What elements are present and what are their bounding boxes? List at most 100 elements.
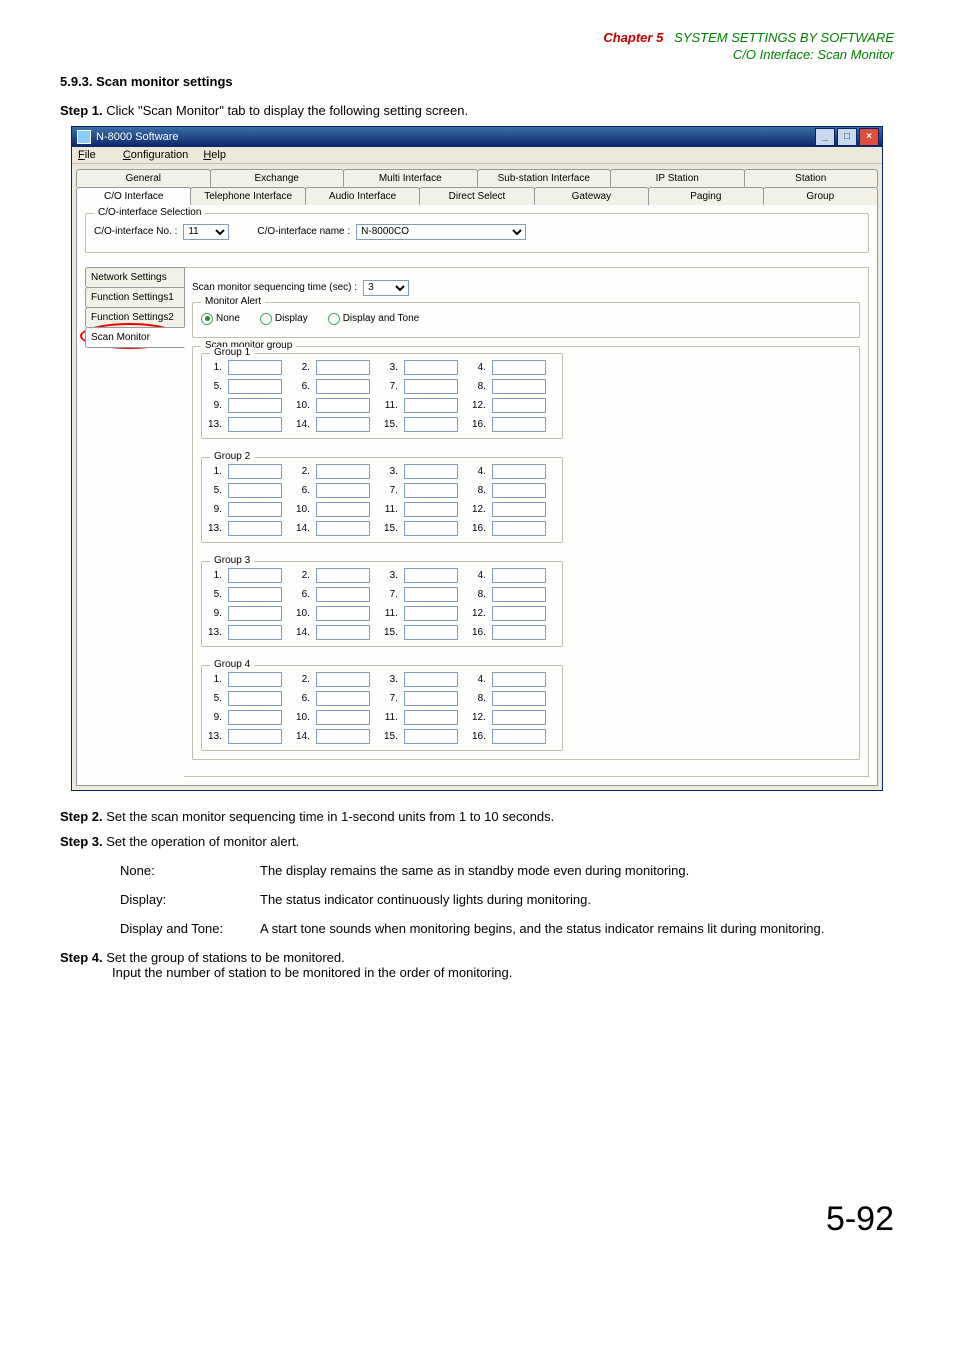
station-input[interactable] [492,417,546,432]
station-input[interactable] [492,398,546,413]
station-input[interactable] [228,417,282,432]
tab-paging[interactable]: Paging [648,187,763,205]
station-input[interactable] [492,379,546,394]
tab-audio-interface[interactable]: Audio Interface [305,187,420,205]
station-input[interactable] [404,625,458,640]
tab-exchange[interactable]: Exchange [210,169,345,187]
station-input[interactable] [316,691,370,706]
station-input[interactable] [316,483,370,498]
station-input[interactable] [492,568,546,583]
radio-display[interactable]: Display [260,313,308,325]
tab-direct-select[interactable]: Direct Select [419,187,534,205]
station-input[interactable] [404,464,458,479]
station-input[interactable] [228,729,282,744]
station-input[interactable] [228,710,282,725]
menu-configuration[interactable]: Configuration [123,149,188,161]
station-input[interactable] [404,502,458,517]
seq-time-select[interactable]: 3 [363,280,409,296]
tab-multi-interface[interactable]: Multi Interface [343,169,478,187]
station-input[interactable] [316,672,370,687]
tab-co-interface[interactable]: C/O Interface [76,187,191,205]
station-input[interactable] [404,398,458,413]
minimize-button[interactable]: _ [815,128,835,146]
station-input[interactable] [404,691,458,706]
station-input[interactable] [404,729,458,744]
station-input[interactable] [228,464,282,479]
station-input[interactable] [404,483,458,498]
station-input[interactable] [316,568,370,583]
station-input[interactable] [228,521,282,536]
tab-station[interactable]: Station [744,169,879,187]
station-input[interactable] [316,521,370,536]
cell-label: 5. [208,485,224,496]
station-input[interactable] [228,587,282,602]
station-input[interactable] [492,691,546,706]
station-input[interactable] [492,502,546,517]
station-input[interactable] [228,483,282,498]
station-input[interactable] [404,521,458,536]
station-input[interactable] [404,606,458,621]
station-input[interactable] [228,691,282,706]
close-button[interactable]: × [859,128,879,146]
station-input[interactable] [228,568,282,583]
station-input[interactable] [228,379,282,394]
radio-display-tone[interactable]: Display and Tone [328,313,420,325]
group-3: Group 31.2.3.4.5.6.7.8.9.10.11.12.13.14.… [201,561,563,647]
station-input[interactable] [404,672,458,687]
tab-gateway[interactable]: Gateway [534,187,649,205]
station-input[interactable] [492,606,546,621]
station-input[interactable] [228,502,282,517]
station-input[interactable] [228,606,282,621]
station-input[interactable] [228,672,282,687]
station-input[interactable] [492,521,546,536]
station-input[interactable] [316,710,370,725]
step-3-label: Step 3. [60,834,103,849]
station-input[interactable] [316,625,370,640]
station-input[interactable] [492,710,546,725]
co-name-select[interactable]: N-8000CO [356,224,526,240]
cell-label: 1. [208,466,224,477]
station-input[interactable] [404,587,458,602]
app-icon [77,130,91,144]
sidetab-scan-monitor[interactable]: Scan Monitor [85,327,185,348]
maximize-button[interactable]: □ [837,128,857,146]
sidetab-function-settings1[interactable]: Function Settings1 [85,287,185,308]
station-input[interactable] [228,625,282,640]
station-input[interactable] [316,360,370,375]
menu-help[interactable]: Help [203,149,226,161]
station-input[interactable] [404,360,458,375]
cell-label: 14. [296,627,312,638]
station-input[interactable] [492,625,546,640]
tab-telephone-interface[interactable]: Telephone Interface [190,187,305,205]
station-input[interactable] [316,398,370,413]
station-input[interactable] [316,587,370,602]
station-input[interactable] [316,606,370,621]
co-no-select[interactable]: 11 [183,224,229,240]
station-input[interactable] [316,417,370,432]
cell-label: 11. [384,712,400,723]
tab-sub-station-interface[interactable]: Sub-station Interface [477,169,612,187]
station-input[interactable] [404,568,458,583]
station-input[interactable] [492,483,546,498]
station-input[interactable] [492,729,546,744]
station-input[interactable] [228,360,282,375]
sidetab-function-settings2[interactable]: Function Settings2 [85,307,185,328]
tab-group[interactable]: Group [763,187,878,205]
menu-file[interactable]: File [78,149,108,161]
station-input[interactable] [492,360,546,375]
tab-ip-station[interactable]: IP Station [610,169,745,187]
station-input[interactable] [404,417,458,432]
tab-general[interactable]: General [76,169,211,187]
station-input[interactable] [228,398,282,413]
station-input[interactable] [316,464,370,479]
station-input[interactable] [316,502,370,517]
radio-none[interactable]: None [201,313,240,325]
station-input[interactable] [492,464,546,479]
sidetab-network-settings[interactable]: Network Settings [85,267,185,288]
station-input[interactable] [492,587,546,602]
station-input[interactable] [404,379,458,394]
station-input[interactable] [492,672,546,687]
station-input[interactable] [316,729,370,744]
station-input[interactable] [404,710,458,725]
station-input[interactable] [316,379,370,394]
